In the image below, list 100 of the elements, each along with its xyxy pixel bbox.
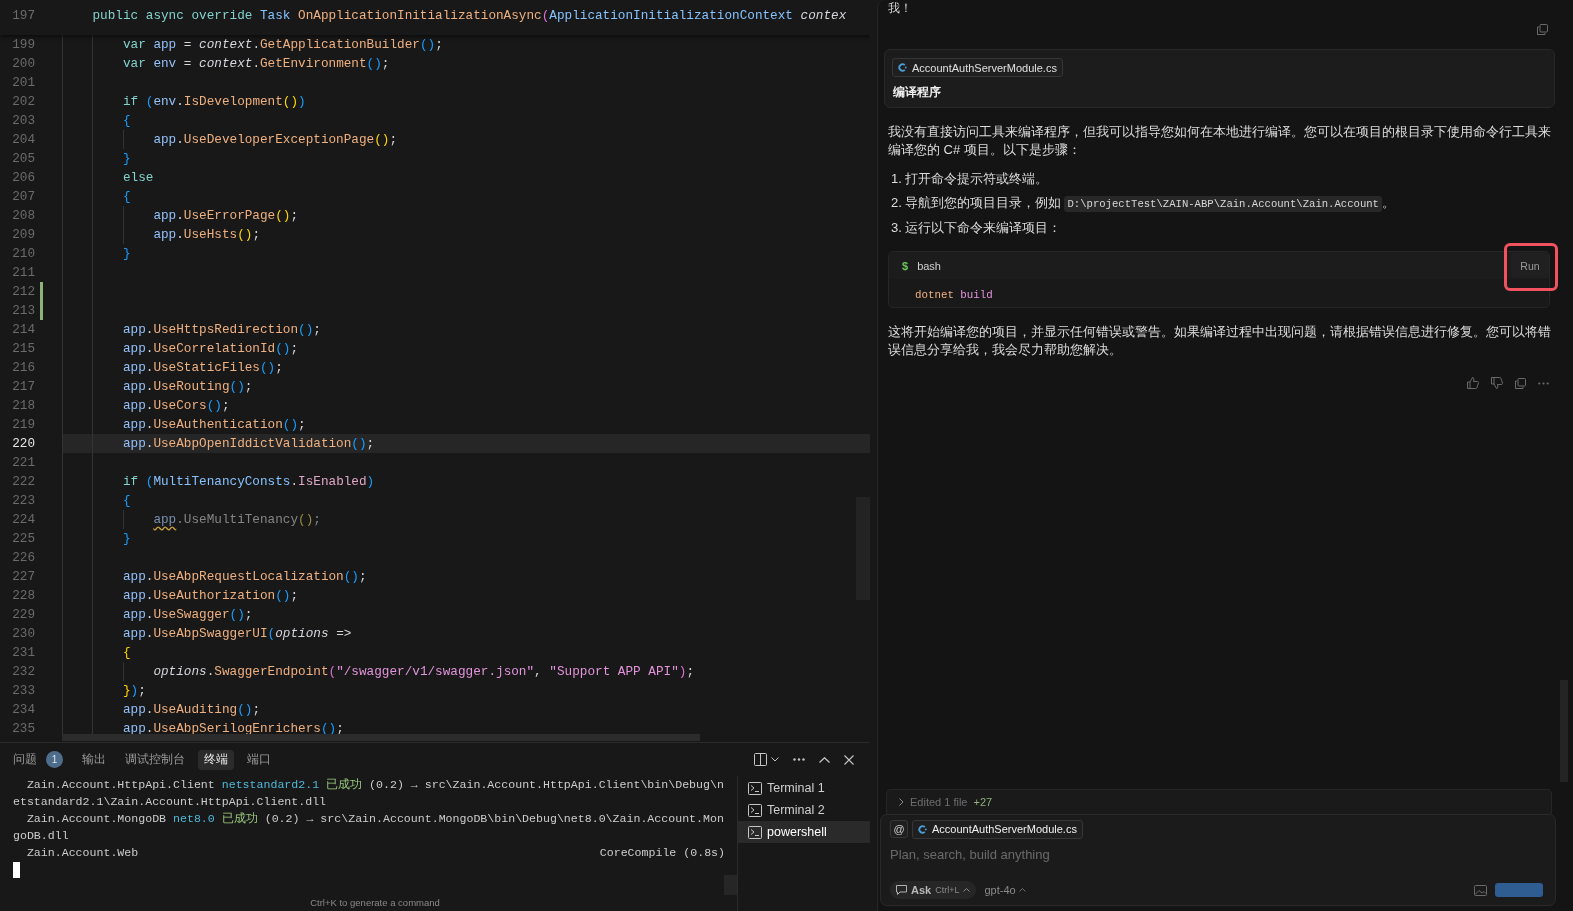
- line-number: 212: [11, 283, 35, 301]
- line-number: 216: [11, 359, 35, 377]
- mention-button[interactable]: @: [890, 820, 908, 838]
- code-line: app.UseStaticFiles();: [122, 360, 283, 375]
- language-label: bash: [917, 259, 941, 272]
- copy-icon[interactable]: [1537, 24, 1548, 35]
- line-number: 206: [11, 169, 35, 187]
- chevron-up-icon[interactable]: [819, 756, 830, 763]
- panel-tab[interactable]: 问题 1: [7, 749, 69, 770]
- inline-code: D:\projectTest\ZAIN-ABP\Zain.Account\Zain.Account: [1064, 196, 1382, 212]
- line-number: 229: [11, 606, 35, 624]
- line-number: 207: [11, 188, 35, 206]
- code-line: app.UseSwagger();: [122, 607, 253, 622]
- list-number: 2.: [891, 194, 902, 212]
- line-number: 202: [11, 93, 35, 111]
- copy-icon[interactable]: [1515, 377, 1526, 389]
- step-text: 打开命令提示符或终端。: [904, 170, 1048, 188]
- close-icon[interactable]: [844, 754, 854, 765]
- code-line: {: [122, 189, 131, 204]
- line-number: 226: [11, 549, 35, 567]
- code-line: if (MultiTenancyConsts.IsEnabled): [122, 474, 375, 489]
- horizontal-scrollbar[interactable]: [62, 734, 700, 741]
- code-line: app.UseDeveloperExceptionPage();: [153, 132, 398, 147]
- line-number: 214: [11, 321, 35, 339]
- message-text: 我！: [888, 1, 913, 15]
- caret-down-icon[interactable]: [771, 757, 779, 762]
- line-number: 208: [11, 207, 35, 225]
- line-number: 197: [11, 7, 35, 25]
- line-number: 225: [11, 530, 35, 548]
- code-line: app.UseErrorPage();: [153, 208, 299, 223]
- thumbs-down-icon[interactable]: [1491, 377, 1503, 389]
- code-line: app.UseAuditing();: [122, 702, 260, 717]
- line-number: 211: [11, 264, 35, 282]
- terminal-line: etstandard2.1\Zain.Account.HttpApi.Client.dll: [13, 794, 327, 810]
- file-type-icon: [918, 824, 927, 834]
- count-badge: 1: [46, 751, 63, 768]
- line-number: 203: [11, 112, 35, 130]
- line-number: 223: [11, 492, 35, 510]
- terminal-line: Zain.Account.MongoDB net8.0 已成功 (0.2) → src\Zain.Account.MongoDB\bin\Debug\net8.0\Zain.Account.Mon: [25, 811, 724, 827]
- code-line: {: [122, 645, 131, 660]
- line-number: 232: [11, 663, 35, 681]
- file-chip[interactable]: AccountAuthServerModule.cs: [892, 58, 1063, 77]
- code-line: {: [122, 493, 131, 508]
- line-number: 205: [11, 150, 35, 168]
- line-number: 233: [11, 682, 35, 700]
- code-line: app.UseAuthentication();: [122, 417, 306, 432]
- terminal-session[interactable]: Terminal 1: [738, 777, 870, 799]
- code-line: var app = context.GetApplicationBuilder();: [122, 37, 443, 52]
- code-line: }: [122, 246, 131, 261]
- code-line: public async override Task OnApplicationInitializationAsync(ApplicationInitializationContext contex: [92, 8, 847, 23]
- edited-label: Edited 1 file: [910, 796, 968, 808]
- code-line: app.UseCors();: [122, 398, 230, 413]
- line-number: 220: [11, 435, 35, 453]
- line-number: 228: [11, 587, 35, 605]
- run-button[interactable]: Run: [1511, 253, 1549, 278]
- code-line: app.UseAuthorization();: [122, 588, 299, 603]
- terminal-line: goDB.dll: [13, 828, 69, 844]
- code-line: }: [122, 531, 131, 546]
- thumbs-up-icon[interactable]: [1467, 377, 1479, 389]
- code-line: dotnet build: [915, 289, 993, 301]
- image-icon[interactable]: [1474, 884, 1487, 896]
- line-number: 231: [11, 644, 35, 662]
- more-icon[interactable]: [793, 758, 805, 761]
- chat-input-field[interactable]: Plan, search, build anything: [890, 845, 1190, 863]
- line-number: 217: [11, 378, 35, 396]
- code-line: app.UseMultiTenancy();: [153, 512, 321, 527]
- line-number: 201: [11, 74, 35, 92]
- chat-bubble-icon: [896, 885, 907, 895]
- line-number: 209: [11, 226, 35, 244]
- terminal-line: Zain.Account.Web: [25, 845, 139, 861]
- prompt-symbol: $: [902, 259, 909, 272]
- file-chip[interactable]: AccountAuthServerModule.cs: [912, 819, 1083, 839]
- code-line: });: [122, 683, 146, 698]
- code-line: else: [122, 170, 154, 185]
- list-number: 1.: [891, 170, 902, 188]
- panel-tab[interactable]: 终端: [198, 749, 234, 770]
- mode-selector[interactable]: Ask Ctrl+L: [890, 881, 977, 899]
- edited-files-bar[interactable]: Edited 1 file +27: [886, 789, 1552, 814]
- line-number: 235: [11, 720, 35, 738]
- list-number: 3.: [891, 219, 902, 237]
- shortcut-hint: Ctrl+L: [935, 885, 960, 895]
- line-number: 213: [11, 302, 35, 320]
- code-line: app.UseHsts();: [153, 227, 260, 242]
- terminal-session[interactable]: powershell: [738, 821, 870, 843]
- panel-tab[interactable]: 输出: [76, 749, 112, 770]
- code-line: app.UseCorrelationId();: [122, 341, 299, 356]
- line-number: 215: [11, 340, 35, 358]
- code-line: var env = context.GetEnvironment();: [122, 56, 390, 71]
- terminal-icon: [748, 803, 762, 817]
- line-number: 219: [11, 416, 35, 434]
- line-number: 218: [11, 397, 35, 415]
- terminal-session[interactable]: Terminal 2: [738, 799, 870, 821]
- line-number: 222: [11, 473, 35, 491]
- split-layout-icon[interactable]: [754, 753, 767, 766]
- line-number: 199: [11, 36, 35, 54]
- step-text: 运行以下命令来编译项目：: [904, 219, 1061, 237]
- line-number: 210: [11, 245, 35, 263]
- panel-tab[interactable]: 调试控制台: [119, 749, 191, 770]
- panel-tab[interactable]: 端口: [241, 749, 277, 770]
- model-selector[interactable]: gpt-4o: [984, 884, 1026, 896]
